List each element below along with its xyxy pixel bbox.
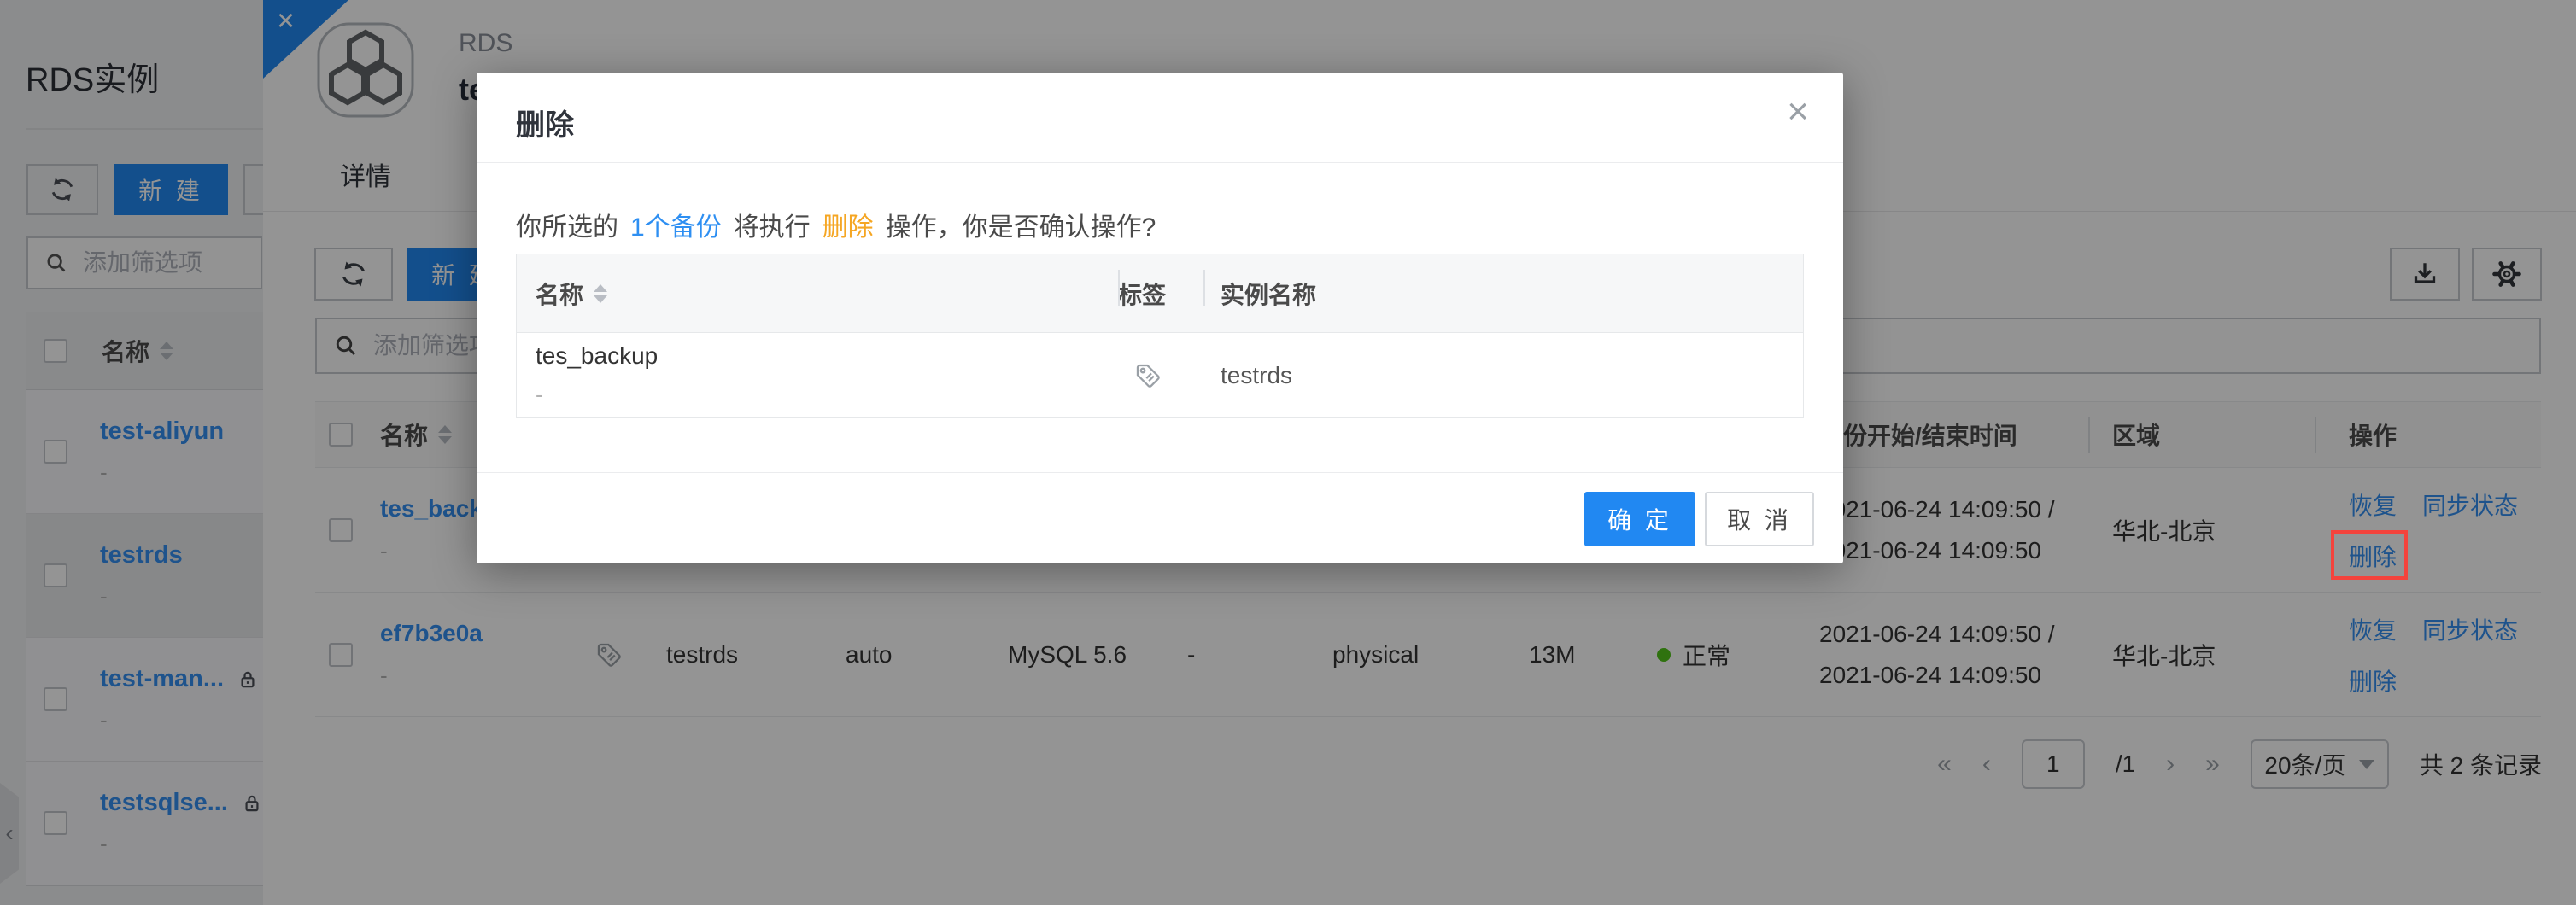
instance-column-header: 实例名称 [1203, 254, 1801, 332]
backup-name: tes_backup [536, 342, 659, 369]
message-part: 你所选的 [516, 213, 618, 242]
sort-icon[interactable] [594, 283, 608, 303]
rds-console: RDS实例 新 建 名称 [0, 0, 2576, 905]
cancel-button[interactable]: 取 消 [1705, 492, 1814, 546]
backup-instance: testrds [1221, 361, 1293, 388]
modal-table: 名称 标签 实例名称 tes_backup - testrds [516, 254, 1804, 418]
name-column-header: 名称 [536, 281, 584, 308]
red-highlight-box [2331, 530, 2408, 580]
backup-sub: - [536, 382, 543, 407]
modal-title: 删除 [516, 109, 574, 142]
message-part: 操作，你是否确认操作? [885, 213, 1156, 242]
confirm-button[interactable]: 确 定 [1584, 492, 1695, 546]
modal-table-row: tes_backup - testrds [517, 333, 1803, 417]
confirm-message: 你所选的 1个备份 将执行 删除 操作，你是否确认操作? [516, 206, 1156, 243]
count-highlight: 1个备份 [630, 213, 722, 242]
divider [477, 162, 1843, 163]
modal-close-button[interactable]: × [1787, 93, 1809, 131]
message-part: 将执行 [733, 213, 811, 242]
tag-icon [1133, 361, 1162, 390]
delete-modal: 删除 × 你所选的 1个备份 将执行 删除 操作，你是否确认操作? 名称 标签 … [477, 73, 1843, 563]
tag-column-header: 标签 [1118, 254, 1203, 332]
modal-table-header: 名称 标签 实例名称 [517, 254, 1803, 333]
action-highlight: 删除 [822, 213, 874, 242]
divider [477, 472, 1843, 473]
